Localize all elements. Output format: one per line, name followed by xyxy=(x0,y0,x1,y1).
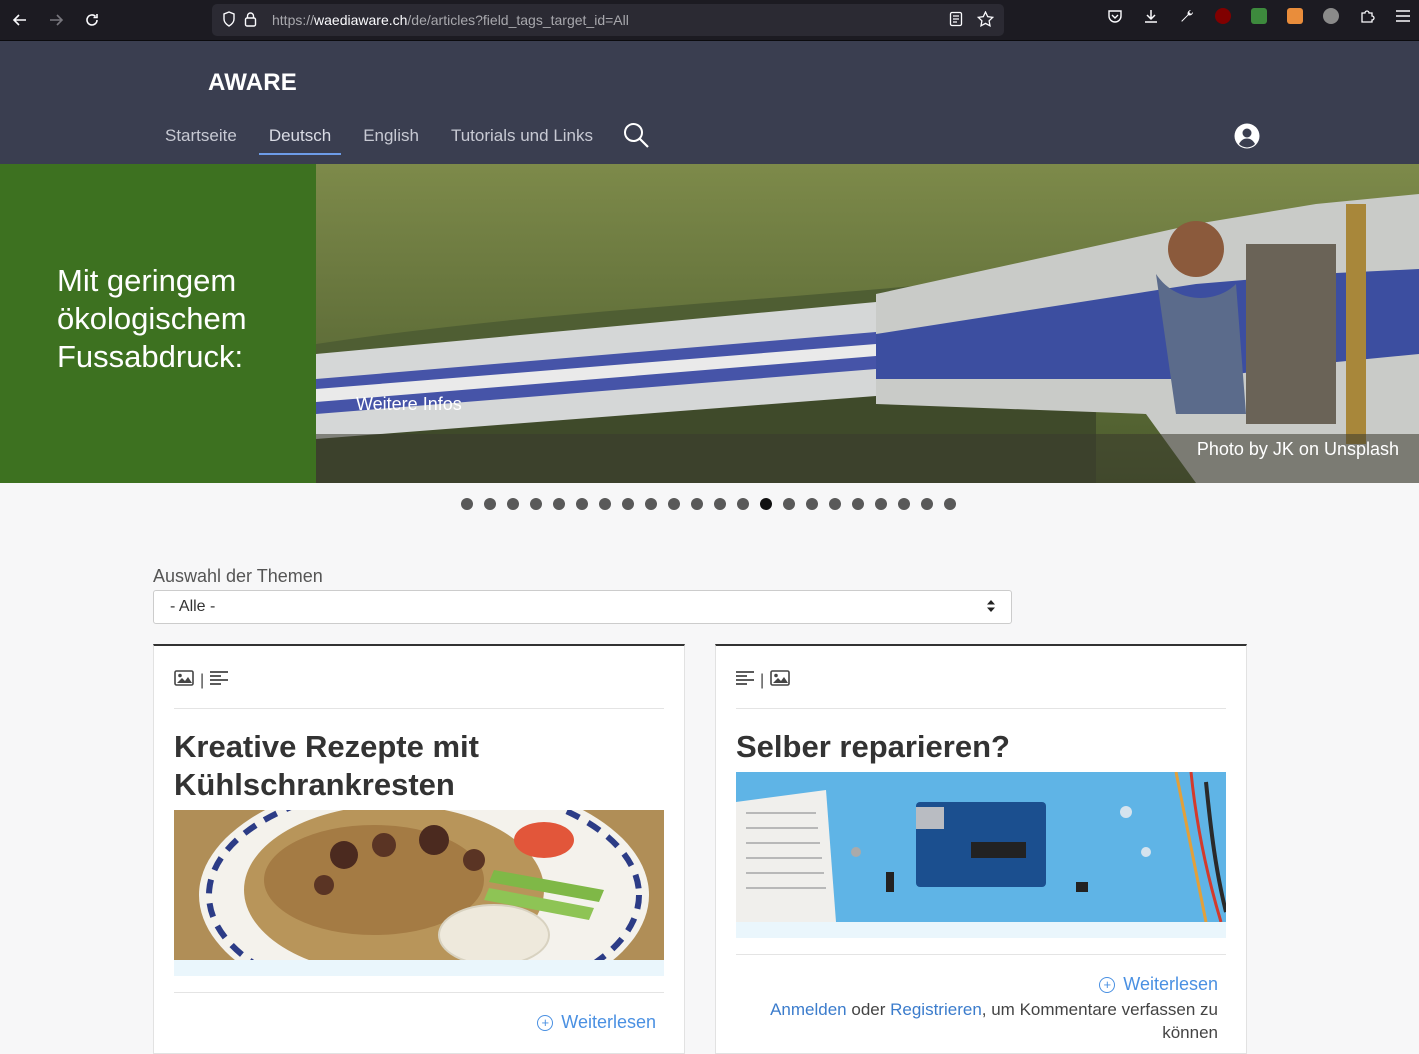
read-more-link[interactable]: + Weiterlesen xyxy=(1099,974,1218,995)
main-nav: Startseite Deutsch English Tutorials und… xyxy=(155,125,615,155)
slider-dot-3[interactable] xyxy=(507,498,519,510)
slider-dot-13[interactable] xyxy=(737,498,749,510)
hero-more-link[interactable]: Weitere Infos xyxy=(356,394,462,415)
browser-toolbar: https://waediaware.ch/de/articles?field_… xyxy=(0,0,1419,41)
slider-dots xyxy=(461,498,956,510)
slider-dot-10[interactable] xyxy=(668,498,680,510)
slider-dot-21[interactable] xyxy=(921,498,933,510)
comment-login-prompt: Anmelden oder Registrieren, um Kommentar… xyxy=(738,998,1218,1044)
reload-icon[interactable] xyxy=(74,5,110,35)
or-text: oder xyxy=(851,1000,886,1019)
card-layout-icons: | xyxy=(174,670,229,691)
user-account-icon[interactable] xyxy=(1234,123,1260,154)
download-icon[interactable] xyxy=(1141,6,1161,26)
comment-prompt-suffix: , um Kommentare verfassen zu können xyxy=(981,1000,1218,1042)
slider-dot-12[interactable] xyxy=(714,498,726,510)
slider-dot-22[interactable] xyxy=(944,498,956,510)
wrench-icon[interactable] xyxy=(1177,6,1197,26)
card-image-caption xyxy=(736,922,1226,938)
search-icon[interactable] xyxy=(622,121,650,154)
lock-icon[interactable] xyxy=(244,11,266,30)
slider-dot-19[interactable] xyxy=(875,498,887,510)
card-divider xyxy=(174,992,664,993)
register-link[interactable]: Registrieren xyxy=(890,1000,982,1019)
read-more-label: Weiterlesen xyxy=(561,1012,656,1032)
slider-dot-2[interactable] xyxy=(484,498,496,510)
plus-circle-icon: + xyxy=(1099,976,1116,993)
slider-dot-16[interactable] xyxy=(806,498,818,510)
card-title[interactable]: Selber reparieren? xyxy=(736,728,1216,766)
hero-title: Mit geringem ökologischem Fussabdruck: xyxy=(57,263,247,374)
url-text[interactable]: https://waediaware.ch/de/articles?field_… xyxy=(272,12,629,28)
image-icon xyxy=(174,670,194,691)
card-divider xyxy=(174,708,664,709)
extension-orange-icon[interactable] xyxy=(1285,6,1305,26)
forward-icon[interactable] xyxy=(38,5,74,35)
slider-dot-8[interactable] xyxy=(622,498,634,510)
hero-train-image xyxy=(316,164,1419,483)
slider-dot-1[interactable] xyxy=(461,498,473,510)
slider-dot-18[interactable] xyxy=(852,498,864,510)
text-align-icon xyxy=(210,670,229,691)
slider-dot-9[interactable] xyxy=(645,498,657,510)
card-image-food[interactable] xyxy=(174,810,664,960)
slider-dot-11[interactable] xyxy=(691,498,703,510)
card-divider xyxy=(736,954,1226,955)
hero-photo-credit: Photo by JK on Unsplash xyxy=(1196,439,1399,459)
site-header: AWARE Startseite Deutsch English Tutoria… xyxy=(0,41,1419,164)
slider-dot-6[interactable] xyxy=(576,498,588,510)
select-caret-icon xyxy=(987,599,995,615)
menu-icon[interactable] xyxy=(1393,6,1413,26)
slider-dot-14[interactable] xyxy=(760,498,772,510)
card-image-caption xyxy=(174,960,664,976)
shield-icon[interactable] xyxy=(222,10,244,30)
extension-gray-icon[interactable] xyxy=(1321,6,1341,26)
read-more-link[interactable]: + Weiterlesen xyxy=(537,1012,656,1033)
ublock-icon[interactable] xyxy=(1213,6,1233,26)
card-divider xyxy=(736,708,1226,709)
site-logo[interactable]: AWARE xyxy=(208,69,297,97)
plus-circle-icon: + xyxy=(537,1014,554,1031)
extensions-puzzle-icon[interactable] xyxy=(1357,6,1377,26)
article-card: | Selber reparieren? + Weiterlesen Anmel… xyxy=(715,644,1247,1054)
login-link[interactable]: Anmelden xyxy=(770,1000,847,1019)
card-layout-icons: | xyxy=(736,670,790,691)
image-icon xyxy=(770,670,790,691)
topic-select[interactable]: - Alle - xyxy=(153,590,1012,624)
nav-tutorials[interactable]: Tutorials und Links xyxy=(441,125,603,155)
filter-label: Auswahl der Themen xyxy=(153,566,323,586)
topic-select-value: - Alle - xyxy=(170,598,216,615)
text-align-icon xyxy=(736,670,754,691)
reader-view-icon[interactable] xyxy=(949,11,963,30)
article-card: | Kreative Rezepte mit Kühlschrankresten xyxy=(153,644,685,1054)
hero-caption-panel: Mit geringem ökologischem Fussabdruck: xyxy=(0,164,316,483)
nav-english[interactable]: English xyxy=(353,125,429,155)
bookmark-star-icon[interactable] xyxy=(976,9,995,30)
pocket-icon[interactable] xyxy=(1105,6,1125,26)
slider-dot-17[interactable] xyxy=(829,498,841,510)
slider-dot-7[interactable] xyxy=(599,498,611,510)
slider-dot-15[interactable] xyxy=(783,498,795,510)
hero-slider: Mit geringem ökologischem Fussabdruck: W… xyxy=(0,164,1419,483)
nav-startseite[interactable]: Startseite xyxy=(155,125,247,155)
url-bar[interactable]: https://waediaware.ch/de/articles?field_… xyxy=(212,4,1004,36)
slider-dot-4[interactable] xyxy=(530,498,542,510)
card-title[interactable]: Kreative Rezepte mit Kühlschrankresten xyxy=(174,728,654,804)
printer-extension-icon[interactable] xyxy=(1249,6,1269,26)
card-image-electronics[interactable] xyxy=(736,772,1226,922)
nav-deutsch[interactable]: Deutsch xyxy=(258,125,342,155)
slider-dot-5[interactable] xyxy=(553,498,565,510)
back-icon[interactable] xyxy=(2,5,38,35)
read-more-label: Weiterlesen xyxy=(1123,974,1218,994)
slider-dot-20[interactable] xyxy=(898,498,910,510)
